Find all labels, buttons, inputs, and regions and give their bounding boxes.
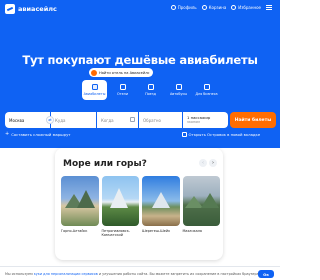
origin-value: Москва <box>9 117 25 123</box>
tab-flights[interactable]: Авиабилеты <box>82 80 107 100</box>
return-date-input[interactable]: Обратно <box>139 112 182 128</box>
tab-label: Отели <box>116 92 129 96</box>
mountain-shape <box>109 188 128 208</box>
bed-icon <box>119 84 126 90</box>
destination-card[interactable]: Шерегеш-Шейх <box>142 176 180 237</box>
briefcase-icon <box>203 84 210 90</box>
logo[interactable]: авиасейлс <box>5 4 57 14</box>
tab-buses[interactable]: Автобусы <box>166 80 191 100</box>
depart-date-input[interactable]: Когда <box>97 112 138 128</box>
plane-icon <box>91 84 98 90</box>
complex-route-link[interactable]: + Составить сложный маршрут <box>5 131 71 138</box>
chevron-left-icon[interactable]: ‹ <box>199 159 207 167</box>
nav-cart-label: Корзина <box>208 5 227 10</box>
search-button[interactable]: Найти билеты <box>230 112 276 128</box>
destination-card[interactable]: Петропавловск-Камчатский <box>101 176 139 237</box>
destination-card[interactable]: Горно-Алтайск <box>61 176 99 237</box>
service-tabs: Авиабилеты Отели Поезд Автобусы Для бизн… <box>82 80 219 100</box>
tab-label: Авиабилеты <box>83 92 106 96</box>
nav-favorites[interactable]: Избранное <box>231 5 261 10</box>
destination-name: Махачкала <box>182 229 202 233</box>
cookie-text: Мы используем куки для персонализации се… <box>5 272 260 276</box>
destination-card[interactable]: Махачкала <box>182 176 220 237</box>
cookie-policy-link[interactable]: куки для персонализации сервисов <box>34 272 98 276</box>
heart-icon <box>231 5 237 10</box>
swap-icon[interactable]: ⇄ <box>46 116 54 124</box>
page-title: Тут покупают дешёвые авиабилеты <box>22 53 258 67</box>
top-nav: Профиль Корзина Избранное <box>170 5 272 10</box>
card-title: Море или горы? <box>63 159 147 169</box>
complex-route-label: Составить сложный маршрут <box>11 132 71 137</box>
destination-photo <box>182 176 220 226</box>
bus-icon <box>175 84 182 90</box>
passengers-select[interactable]: 1 пассажир эконом <box>183 112 228 128</box>
destination-placeholder: Куда <box>55 117 66 123</box>
origin-input[interactable]: Москва ⇄ <box>5 112 54 128</box>
checkbox-icon[interactable] <box>182 132 187 137</box>
nav-profile[interactable]: Профиль <box>170 5 197 10</box>
open-booking-checkbox[interactable]: Открыть Островок в новой вкладке <box>182 132 260 137</box>
cookie-accept-button[interactable]: Ок <box>258 270 274 278</box>
return-placeholder: Обратно <box>143 117 161 123</box>
burger-icon[interactable] <box>266 5 272 10</box>
destination-photo <box>61 176 99 226</box>
mountain-shape <box>152 192 170 208</box>
mountain-shape <box>77 190 95 208</box>
destinations-card: Море или горы? ‹ › Горно-Алтайск Петропа… <box>55 148 223 260</box>
mountain-shape <box>200 193 219 208</box>
tab-label: Поезд <box>145 92 156 96</box>
hotel-icon <box>91 69 97 76</box>
destination-list: Горно-Алтайск Петропавловск-Камчатский Ш… <box>61 176 220 237</box>
destination-name: Горно-Алтайск <box>61 229 88 233</box>
destination-input[interactable]: Куда <box>51 112 96 128</box>
open-booking-label: Открыть Островок в новой вкладке <box>188 132 261 137</box>
calendar-icon <box>130 117 135 122</box>
user-icon <box>170 5 176 10</box>
hotel-promo-label: Найти отель на Авиасейлс <box>99 70 150 75</box>
search-form: Москва ⇄ Куда Когда Обратно 1 пассажир э… <box>5 112 228 128</box>
carousel-controls: ‹ › <box>199 159 217 167</box>
tab-label: Автобусы <box>169 92 187 96</box>
train-icon <box>147 84 154 90</box>
plane-icon <box>5 4 15 14</box>
hotel-promo-pill[interactable]: Найти отель на Авиасейлс <box>89 68 153 77</box>
depart-placeholder: Когда <box>101 117 114 123</box>
nav-profile-label: Профиль <box>177 5 197 10</box>
destination-name: Шерегеш-Шейх <box>142 229 171 233</box>
destination-photo <box>101 176 139 226</box>
chevron-right-icon[interactable]: › <box>209 159 217 167</box>
destination-name: Петропавловск-Камчатский <box>101 229 131 237</box>
hero-section: авиасейлс Профиль Корзина Избранное Тут … <box>0 0 280 148</box>
destination-photo <box>142 176 180 226</box>
nav-favorites-label: Избранное <box>238 5 261 10</box>
tab-business[interactable]: Для бизнеса <box>194 80 219 100</box>
tab-label: Для бизнеса <box>195 92 218 96</box>
cookie-banner: Мы используем куки для персонализации се… <box>0 266 280 280</box>
cookie-text-after: и улучшения работы сайта. Вы можете запр… <box>98 271 260 276</box>
cart-icon <box>201 5 207 10</box>
cabin-class: эконом <box>187 120 200 125</box>
logo-text: авиасейлс <box>18 5 57 13</box>
cookie-text-before: Мы используем <box>5 271 33 276</box>
nav-cart[interactable]: Корзина <box>201 5 227 10</box>
tab-hotels[interactable]: Отели <box>110 80 135 100</box>
plus-icon: + <box>5 131 10 137</box>
tab-trains[interactable]: Поезд <box>138 80 163 100</box>
